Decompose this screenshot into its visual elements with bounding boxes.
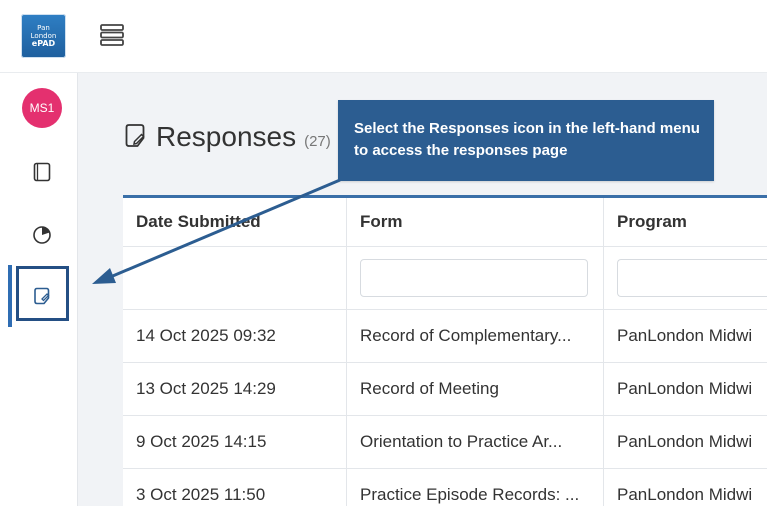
table-row[interactable]: 14 Oct 2025 09:32 Record of Complementar… (123, 310, 767, 363)
table-row[interactable]: 13 Oct 2025 14:29 Record of Meeting PanL… (123, 363, 767, 416)
column-header-date[interactable]: Date Submitted (123, 198, 347, 246)
response-note-icon (34, 287, 50, 305)
cell-form: Record of Complementary... (347, 310, 604, 362)
app-logo[interactable]: Pan London ePAD (21, 14, 66, 58)
table-row[interactable]: 3 Oct 2025 11:50 Practice Episode Record… (123, 469, 767, 506)
filter-cell-date (123, 247, 347, 309)
sidebar-item-forms[interactable] (26, 156, 58, 188)
logo-text-pan: Pan (37, 24, 50, 32)
cell-form: Practice Episode Records: ... (347, 469, 604, 506)
menu-toggle-button[interactable] (95, 18, 129, 52)
cell-program: PanLondon Midwi (617, 326, 753, 345)
cell-date: 3 Oct 2025 11:50 (123, 469, 347, 506)
response-count: (27) (304, 133, 331, 150)
table-row[interactable]: 9 Oct 2025 14:15 Orientation to Practice… (123, 416, 767, 469)
column-header-form[interactable]: Form (347, 198, 604, 246)
table-filter-row (123, 247, 767, 310)
program-filter-input[interactable] (617, 259, 767, 297)
cell-date: 13 Oct 2025 14:29 (123, 363, 347, 415)
cell-form: Orientation to Practice Ar... (347, 416, 604, 468)
filter-cell-form (347, 247, 604, 309)
progress-icon (33, 226, 51, 244)
page-title: Responses (27) (122, 118, 331, 153)
document-icon (33, 162, 51, 182)
cell-program: PanLondon Midwi (617, 485, 753, 504)
form-filter-input[interactable] (360, 259, 588, 297)
app-root: Pan London ePAD MS1 Responses (27) Date … (0, 0, 767, 506)
logo-text-epad: ePAD (31, 39, 56, 48)
page-title-text: Responses (156, 121, 297, 152)
user-initials: MS1 (29, 101, 55, 115)
instruction-callout: Select the Responses icon in the left-ha… (338, 100, 714, 181)
table-header-row: Date Submitted Form Program (123, 198, 767, 247)
responses-title-icon (125, 124, 145, 147)
callout-text: Select the Responses icon in the left-ha… (354, 120, 700, 159)
cell-date: 9 Oct 2025 14:15 (123, 416, 347, 468)
sidebar-item-progress[interactable] (26, 219, 58, 251)
cell-form: Record of Meeting (347, 363, 604, 415)
sidebar-item-responses[interactable] (26, 280, 58, 312)
cell-date: 14 Oct 2025 09:32 (123, 310, 347, 362)
top-bar: Pan London ePAD (0, 0, 767, 73)
filter-cell-program (604, 247, 767, 309)
column-header-program[interactable]: Program (604, 198, 767, 246)
user-avatar[interactable]: MS1 (22, 88, 62, 128)
cell-program: PanLondon Midwi (617, 432, 753, 451)
active-indicator (8, 265, 12, 327)
hamburger-icon (100, 24, 124, 46)
responses-table: Date Submitted Form Program 14 Oct 2025 … (123, 195, 767, 506)
cell-program: PanLondon Midwi (617, 379, 753, 398)
